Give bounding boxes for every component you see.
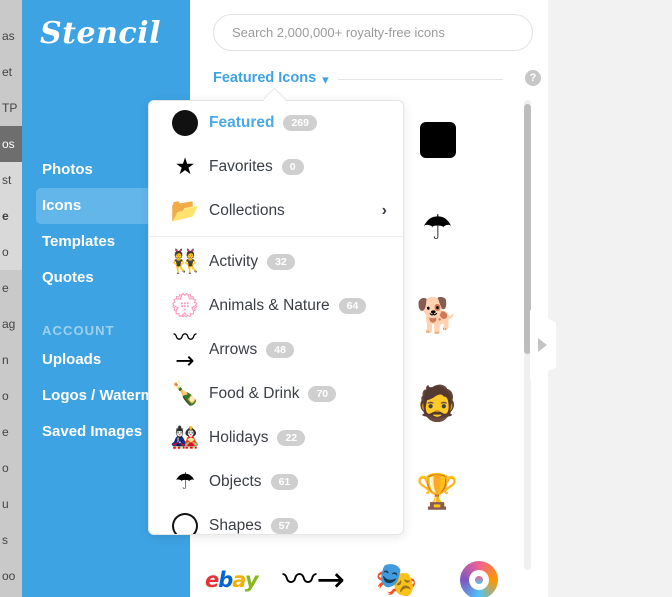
- dropdown-item-shapes[interactable]: Shapes 57: [149, 504, 403, 534]
- dropdown-item-collections[interactable]: 📂 Collections ›: [149, 189, 403, 233]
- icon-grid-row: ebay 〰→ 🎭: [190, 536, 520, 597]
- background-row: n: [2, 353, 9, 367]
- background-row: o: [0, 234, 22, 270]
- dropdown-item-label: Animals & Nature: [209, 297, 330, 314]
- dropdown-item-count: 22: [277, 430, 306, 446]
- app-logo: Stencil: [40, 16, 161, 51]
- category-dropdown-label[interactable]: Featured Icons: [213, 68, 316, 88]
- background-row: e: [0, 198, 22, 234]
- chevron-right-icon: [538, 338, 547, 352]
- background-row: s: [2, 533, 8, 547]
- holiday-hand-icon: 🎎: [170, 424, 200, 451]
- dropdown-item-holidays[interactable]: 🎎 Holidays 22: [149, 416, 403, 460]
- dropdown-item-label: Food & Drink: [209, 385, 300, 402]
- dropdown-item-count: 32: [267, 254, 295, 270]
- background-row: as: [2, 29, 15, 43]
- background-row: st: [0, 162, 22, 198]
- icon-tile-ebay-logo[interactable]: ebay: [190, 536, 273, 597]
- right-panel: [530, 0, 672, 597]
- divider: [338, 79, 503, 80]
- dropdown-item-count: 61: [270, 474, 299, 490]
- dropdown-item-count: 57: [270, 518, 299, 534]
- dropdown-item-count: 70: [308, 386, 337, 402]
- champagne-icon: 🍾: [170, 380, 200, 407]
- dropdown-item-objects[interactable]: ☂ Objects 61: [149, 460, 403, 504]
- background-row: TP: [2, 101, 18, 115]
- category-dropdown-menu: Featured 269 ★ Favorites 0 📂 Collections › 👯 Acti…: [148, 100, 404, 535]
- dropdown-item-food-drink[interactable]: 🍾 Food & Drink 70: [149, 372, 403, 416]
- dancers-icon: 👯: [170, 248, 200, 275]
- flowers-icon: 💮: [170, 292, 200, 319]
- help-icon[interactable]: ?: [525, 70, 541, 86]
- background-row: os: [0, 126, 22, 162]
- star-icon: ★: [174, 153, 196, 180]
- dropdown-item-label: Collections: [209, 202, 285, 219]
- icon-tile-red-carpet[interactable]: 🎭: [355, 536, 438, 597]
- arc-shape-icon: [165, 513, 205, 534]
- scrollbar-thumb[interactable]: [524, 104, 531, 354]
- dropdown-item-animals-nature[interactable]: 💮 Animals & Nature 64: [149, 284, 403, 328]
- dropdown-item-label: Objects: [209, 473, 262, 490]
- background-row: o: [2, 461, 9, 475]
- umbrella-icon: ☂: [174, 468, 196, 495]
- dropdown-item-count: 64: [338, 298, 367, 314]
- dropdown-item-arrows[interactable]: 〰→ Arrows 48: [149, 325, 403, 374]
- dropdown-item-count: 269: [283, 115, 317, 131]
- background-row: e: [2, 425, 9, 439]
- dropdown-item-label: Shapes: [209, 517, 262, 534]
- chevron-down-icon[interactable]: ▾: [322, 70, 329, 90]
- search-input[interactable]: [213, 14, 533, 51]
- dropdown-item-count: 48: [266, 342, 294, 358]
- background-row: u: [2, 497, 9, 511]
- background-row: e: [2, 281, 9, 295]
- icon-tile-arrow-squiggle[interactable]: 〰→: [273, 536, 356, 597]
- dropdown-caret: [264, 88, 288, 101]
- background-row: o: [2, 389, 9, 403]
- dropdown-item-activity[interactable]: 👯 Activity 32: [149, 240, 403, 284]
- icon-tile-spiral-ring[interactable]: [438, 536, 521, 597]
- panel-expand-tab[interactable]: [530, 310, 556, 380]
- dropdown-item-featured[interactable]: Featured 269: [149, 101, 403, 145]
- dropdown-item-label: Holidays: [209, 429, 269, 446]
- arrow-squiggle-icon: 〰→: [173, 325, 197, 374]
- dropdown-item-favorites[interactable]: ★ Favorites 0: [149, 145, 403, 189]
- dropdown-divider: [149, 236, 403, 237]
- app-root: as et TP os st e o e ag n o e o u s oo Stencil Photos I…: [0, 0, 672, 597]
- folder-icon: 📂: [170, 197, 200, 224]
- dropdown-item-label: Favorites: [209, 158, 273, 175]
- background-row: ag: [2, 317, 16, 331]
- search-bar: [213, 14, 533, 51]
- chevron-right-icon[interactable]: ›: [382, 202, 387, 220]
- dropdown-item-label: Arrows: [209, 341, 258, 358]
- black-circle-icon: [165, 110, 205, 136]
- dropdown-item-count: 0: [281, 159, 304, 175]
- dropdown-item-label: Activity: [209, 253, 259, 270]
- background-row: oo: [2, 569, 16, 583]
- background-row: et: [2, 65, 13, 79]
- category-bar: Featured Icons ▾ ?: [213, 68, 541, 92]
- background-panel: as et TP os st e o e ag n o e o u s oo: [0, 0, 22, 597]
- dropdown-item-label: Featured: [209, 114, 275, 131]
